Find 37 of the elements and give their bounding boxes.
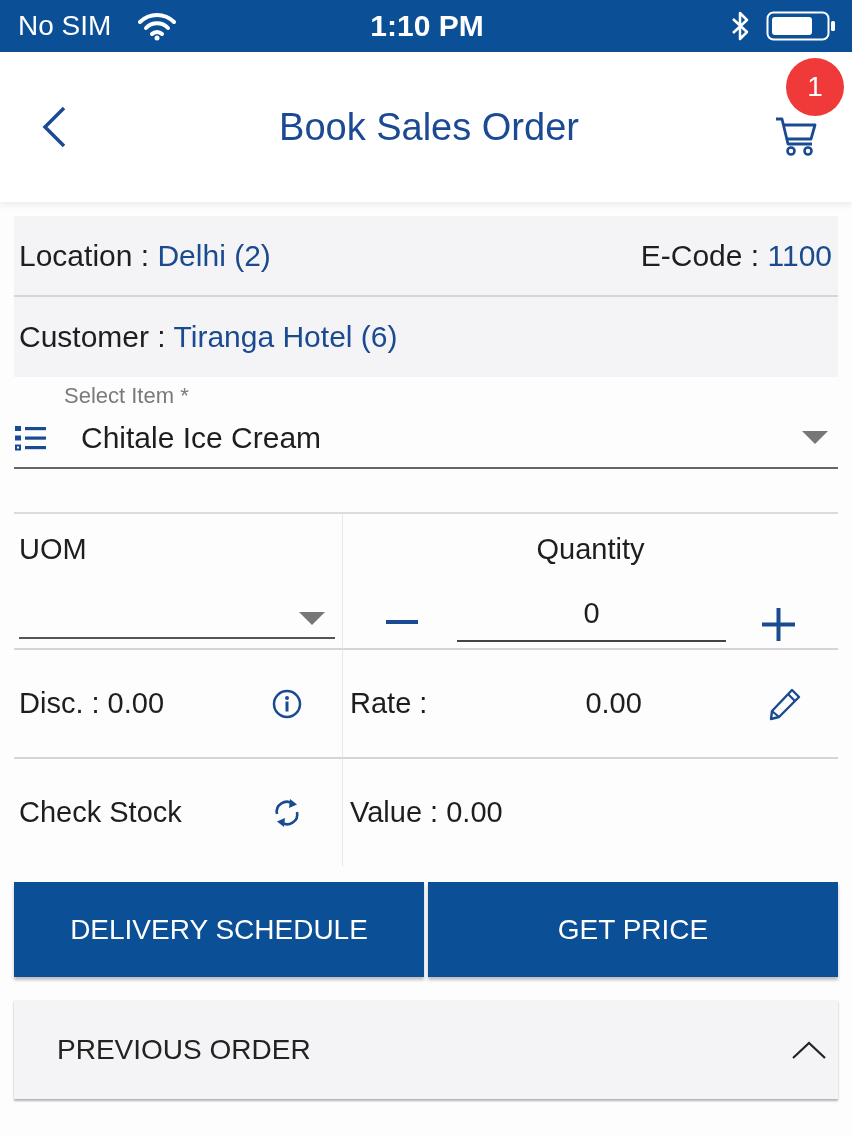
ecode-label: E-Code : xyxy=(640,238,760,272)
get-price-button[interactable]: GET PRICE xyxy=(428,882,838,977)
list-icon xyxy=(14,424,46,451)
uom-label: UOM xyxy=(19,533,87,565)
caret-icon xyxy=(802,431,828,444)
discount-text: Disc. : 0.00 xyxy=(19,687,165,720)
rate-label: Rate : xyxy=(350,687,428,720)
item-select-field[interactable]: Select Item * Chitale Ice Cream xyxy=(14,384,838,469)
selected-item-value: Chitale Ice Cream xyxy=(81,420,322,455)
pencil-icon[interactable] xyxy=(768,686,802,721)
field-label: Select Item * xyxy=(64,384,189,408)
carrier-text: No SIM xyxy=(18,10,112,42)
quantity-label: Quantity xyxy=(536,533,645,566)
chevron-up-icon xyxy=(792,1040,826,1059)
bluetooth-icon xyxy=(730,11,750,41)
cart-icon[interactable] xyxy=(774,115,818,157)
quantity-input[interactable]: 0 xyxy=(457,594,726,642)
refresh-icon[interactable] xyxy=(273,796,301,829)
page-title: Book Sales Order xyxy=(279,105,579,149)
ecode-value: 1100 xyxy=(767,238,832,272)
customer-label: Customer : xyxy=(19,320,166,353)
customer-value: Tiranga Hotel (6) xyxy=(173,320,398,353)
info-icon[interactable] xyxy=(272,688,302,719)
clock-text: 1:10 PM xyxy=(370,9,484,43)
wifi-icon xyxy=(138,11,177,41)
caret-icon xyxy=(299,611,325,625)
location-label: Location : xyxy=(19,238,150,272)
value-text: Value : 0.00 xyxy=(350,796,503,829)
previous-order-header[interactable]: PREVIOUS ORDER xyxy=(14,1000,838,1099)
battery-icon xyxy=(766,11,836,41)
plus-icon[interactable] xyxy=(762,607,795,641)
cart-badge: 1 xyxy=(786,58,844,116)
check-stock-label: Check Stock xyxy=(19,796,182,829)
delivery-schedule-button[interactable]: DELIVERY SCHEDULE xyxy=(14,882,424,977)
rate-value: 0.00 xyxy=(585,687,642,720)
back-icon[interactable] xyxy=(40,105,68,149)
location-value: Delhi (2) xyxy=(157,238,271,272)
